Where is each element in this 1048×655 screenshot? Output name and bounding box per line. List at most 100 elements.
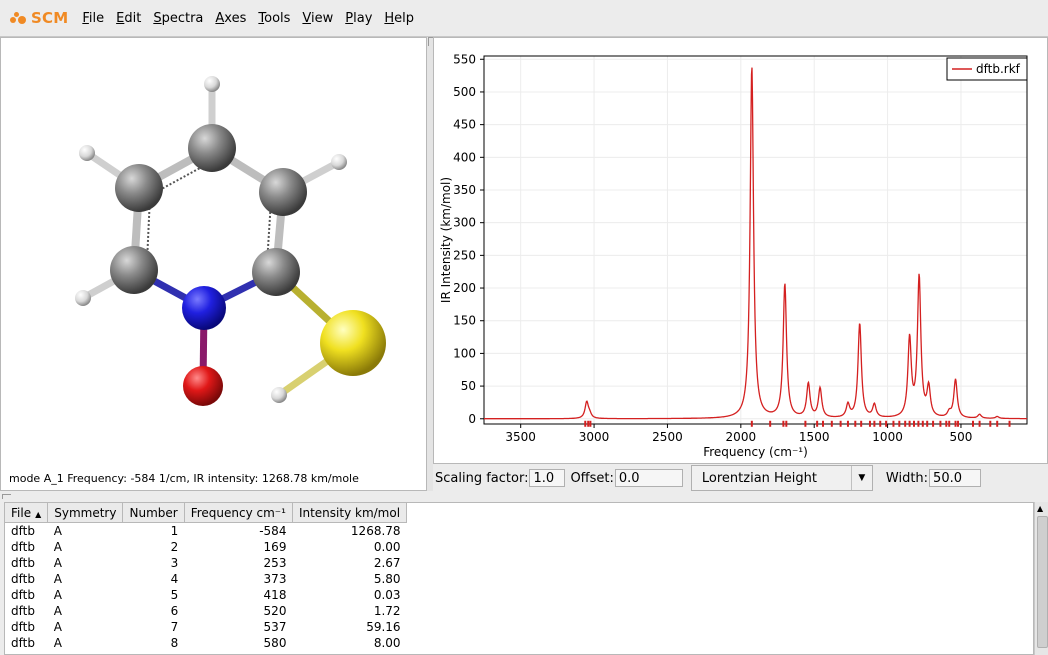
peak-type-select[interactable]: Lorentzian Height ▼ bbox=[690, 465, 873, 491]
x-tick-label: 2000 bbox=[726, 430, 757, 444]
table-cell: 253 bbox=[263, 556, 287, 570]
menu-spectra[interactable]: Spectra bbox=[147, 11, 209, 26]
table-cell: dftb bbox=[11, 588, 35, 602]
table-row[interactable]: dftb A 6 520 1.72 bbox=[5, 603, 407, 619]
table-row[interactable]: dftb A 5 418 0.03 bbox=[5, 587, 407, 603]
column-header[interactable]: Symmetry bbox=[47, 503, 124, 523]
table-cell: 537 bbox=[263, 620, 287, 634]
table-cell: 0.00 bbox=[373, 540, 401, 554]
table-row[interactable]: dftb A 1 -584 1268.78 bbox=[5, 523, 407, 540]
table-cell: 5 bbox=[170, 588, 179, 602]
table-cell: A bbox=[53, 524, 62, 538]
table-cell: A bbox=[53, 636, 62, 650]
spectrum-chart[interactable]: 0 50 100 150 200 250 300 350 400 450 500 550 3500 300… bbox=[434, 38, 1047, 463]
x-tick-label: 3000 bbox=[579, 430, 610, 444]
table-cell: dftb bbox=[11, 556, 35, 570]
table-cell: 0.03 bbox=[373, 588, 401, 602]
table-row[interactable]: dftb A 8 580 8.00 bbox=[5, 635, 407, 651]
table-cell: 1268.78 bbox=[350, 524, 401, 538]
splitter-grip-icon bbox=[2, 494, 11, 499]
x-tick-label: 1000 bbox=[872, 430, 903, 444]
x-tick-label: 1500 bbox=[799, 430, 830, 444]
table-cell: 6 bbox=[170, 604, 179, 618]
table-row[interactable]: dftb A 3 253 2.67 bbox=[5, 555, 407, 571]
y-tick-label: 500 bbox=[453, 85, 476, 99]
scaling-factor-input[interactable] bbox=[529, 469, 566, 487]
menu-edit[interactable]: Edit bbox=[110, 11, 147, 26]
menu-view[interactable]: View bbox=[296, 11, 339, 26]
table-cell: 580 bbox=[263, 636, 287, 650]
legend-label: dftb.rkf bbox=[976, 62, 1021, 76]
menu-play[interactable]: Play bbox=[339, 11, 378, 26]
table-header-row: File ▲ Symmetry Number Frequency cm⁻¹ Intensi… bbox=[5, 503, 408, 523]
logo-text: SCM bbox=[31, 9, 69, 27]
scrollbar-thumb[interactable] bbox=[1037, 516, 1048, 648]
peak-type-value: Lorentzian Height bbox=[701, 470, 817, 486]
modes-table-panel: File ▲ Symmetry Number Frequency cm⁻¹ Intensi… bbox=[4, 502, 1034, 655]
column-header[interactable]: File ▲ bbox=[5, 503, 49, 523]
table-cell: 2.67 bbox=[373, 556, 401, 570]
x-tick-label: 3500 bbox=[505, 430, 536, 444]
scroll-up-icon[interactable]: ▲ bbox=[1037, 504, 1043, 513]
table-cell: 4 bbox=[170, 572, 179, 586]
table-cell: dftb bbox=[11, 620, 35, 634]
table-cell: 5.80 bbox=[373, 572, 401, 586]
spectrum-line bbox=[484, 67, 1027, 420]
y-tick-label: 550 bbox=[453, 52, 476, 66]
menu-file[interactable]: File bbox=[76, 11, 110, 26]
scm-logo: SCM bbox=[10, 9, 68, 27]
menu-bar: SCM File Edit Spectra Axes Tools View Pl… bbox=[0, 0, 1048, 37]
table-cell: 8 bbox=[170, 636, 179, 650]
table-cell: dftb bbox=[11, 524, 35, 538]
offset-label: Offset: bbox=[570, 470, 614, 486]
y-tick-label: 450 bbox=[453, 118, 476, 132]
horizontal-splitter[interactable] bbox=[0, 492, 1048, 502]
table-cell: 520 bbox=[263, 604, 287, 618]
dropdown-arrow-icon: ▼ bbox=[850, 466, 872, 490]
spectrum-chart-panel[interactable]: 0 50 100 150 200 250 300 350 400 450 500 550 3500 300… bbox=[433, 37, 1048, 464]
y-axis-label: IR Intensity (km/mol) bbox=[439, 177, 453, 303]
table-cell: A bbox=[53, 620, 62, 634]
table-cell: 1 bbox=[170, 524, 179, 538]
y-tick-label: 400 bbox=[453, 150, 476, 164]
table-cell: A bbox=[53, 572, 62, 586]
table-cell: 169 bbox=[263, 540, 287, 554]
y-tick-label: 250 bbox=[453, 248, 476, 262]
spectrum-controls: Scaling factor: Offset: Lorentzian Heigh… bbox=[433, 464, 1048, 492]
table-cell: A bbox=[53, 604, 62, 618]
y-tick-label: 0 bbox=[468, 412, 476, 426]
table-row[interactable]: dftb A 2 169 0.00 bbox=[5, 539, 407, 555]
y-tick-label: 350 bbox=[453, 183, 476, 197]
table-scrollbar[interactable]: ▲ bbox=[1034, 502, 1048, 655]
width-input[interactable] bbox=[929, 469, 982, 487]
table-cell: A bbox=[53, 588, 62, 602]
x-tick-label: 500 bbox=[950, 430, 973, 444]
menu-tools[interactable]: Tools bbox=[252, 11, 296, 26]
table-cell: A bbox=[53, 540, 62, 554]
table-cell: 3 bbox=[170, 556, 179, 570]
table-row[interactable]: dftb A 7 537 59.16 bbox=[5, 619, 407, 635]
sort-ascending-icon: ▲ bbox=[35, 509, 42, 519]
table-cell: dftb bbox=[11, 636, 35, 650]
table-cell: 59.16 bbox=[366, 620, 401, 634]
molecule-3d-view[interactable] bbox=[1, 38, 426, 463]
y-tick-label: 100 bbox=[453, 346, 476, 360]
table-cell: -584 bbox=[259, 524, 287, 538]
y-tick-label: 150 bbox=[453, 314, 476, 328]
column-header[interactable]: Intensity km/mol bbox=[292, 503, 408, 523]
column-header[interactable]: Number bbox=[122, 503, 185, 523]
menu-axes[interactable]: Axes bbox=[209, 11, 252, 26]
table-cell: dftb bbox=[11, 572, 35, 586]
y-tick-label: 300 bbox=[453, 216, 476, 230]
x-axis-label: Frequency (cm⁻¹) bbox=[703, 445, 808, 459]
table-cell: 2 bbox=[170, 540, 179, 554]
table-row[interactable]: dftb A 4 373 5.80 bbox=[5, 571, 407, 587]
offset-input[interactable] bbox=[614, 469, 683, 487]
table-cell: 1.72 bbox=[373, 604, 401, 618]
menu-help[interactable]: Help bbox=[378, 11, 420, 26]
scaling-factor-label: Scaling factor: bbox=[435, 470, 529, 486]
y-tick-label: 50 bbox=[461, 379, 476, 393]
table-cell: 7 bbox=[170, 620, 179, 634]
column-header[interactable]: Frequency cm⁻¹ bbox=[184, 503, 293, 523]
molecule-viewer[interactable]: mode A_1 Frequency: -584 1/cm, IR intens… bbox=[0, 37, 427, 491]
